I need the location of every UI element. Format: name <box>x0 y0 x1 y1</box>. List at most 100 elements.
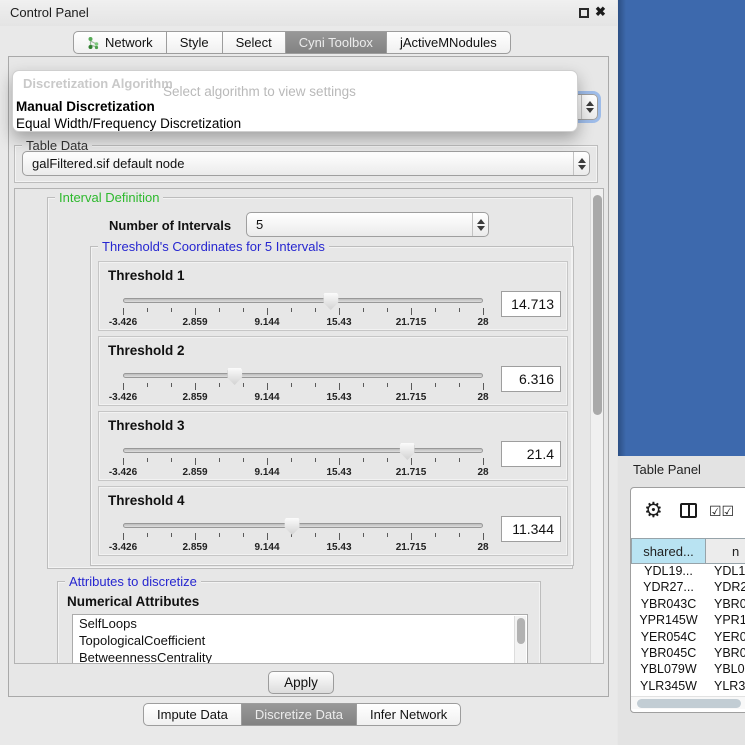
slider-tick-label: 15.43 <box>326 467 351 478</box>
table-row[interactable]: YBR043CYBR0 <box>631 597 745 613</box>
column-header-shared[interactable]: shared... <box>631 538 706 564</box>
bottom-tab-infer-network[interactable]: Infer Network <box>356 703 461 726</box>
table-row[interactable]: YBL079WYBL0 <box>631 662 745 678</box>
vertical-scrollbar-thumb[interactable] <box>593 195 602 415</box>
tab-label: Discretize Data <box>255 707 343 722</box>
slider-tick <box>363 533 364 537</box>
tab-network[interactable]: Network <box>73 31 167 54</box>
threshold-value-field[interactable]: 6.316 <box>501 366 561 392</box>
slider-tick-label: 21.715 <box>396 317 427 328</box>
slider-tick <box>291 383 292 387</box>
slider-tick <box>339 458 340 465</box>
slider-tick-label: 2.859 <box>182 392 207 403</box>
slider-thumb[interactable] <box>323 293 338 310</box>
tab-cyni-toolbox[interactable]: Cyni Toolbox <box>285 31 387 54</box>
cell-shared-name: YDR27... <box>631 580 706 596</box>
interval-definition-group: Interval Definition Number of Intervals … <box>47 197 573 569</box>
algorithm-option[interactable]: Manual Discretization <box>16 99 155 114</box>
table-row[interactable]: YER054CYER0 <box>631 630 745 646</box>
horizontal-scrollbar-thumb[interactable] <box>637 699 741 708</box>
slider-tick <box>243 458 244 462</box>
tab-style[interactable]: Style <box>166 31 223 54</box>
slider-track[interactable] <box>123 448 483 453</box>
cell-shared-name: YDL19... <box>631 564 706 580</box>
slider-tick <box>291 458 292 462</box>
close-icon[interactable]: ✖ <box>595 4 606 20</box>
bottom-tab-impute-data[interactable]: Impute Data <box>143 703 242 726</box>
network-icon <box>87 36 100 50</box>
tab-jactivemnodules[interactable]: jActiveMNodules <box>386 31 511 54</box>
cell-name: YPR1 <box>706 613 745 629</box>
attribute-list-item[interactable]: TopologicalCoefficient <box>73 632 527 649</box>
threshold-value-field[interactable]: 21.4 <box>501 441 561 467</box>
slider-tick <box>363 308 364 312</box>
numerical-attributes-label: Numerical Attributes <box>67 594 199 609</box>
slider-tick-label: 28 <box>477 317 488 328</box>
vertical-scrollbar[interactable] <box>590 189 603 663</box>
column-header-name[interactable]: n <box>706 538 745 564</box>
list-scrollbar-thumb[interactable] <box>517 618 525 644</box>
threshold-label: Threshold 1 <box>108 268 185 283</box>
slider-tick <box>219 308 220 312</box>
slider-tick <box>291 308 292 312</box>
bottom-tab-bar: Impute Data Discretize Data Infer Network <box>143 703 461 726</box>
number-of-intervals-combobox[interactable]: 5 <box>246 212 489 237</box>
threshold-value-field[interactable]: 14.713 <box>501 291 561 317</box>
slider-track[interactable] <box>123 298 483 303</box>
tab-select[interactable]: Select <box>222 31 286 54</box>
slider-tick-label: 15.43 <box>326 317 351 328</box>
cell-name: YDR2 <box>706 580 745 596</box>
stepper-arrows-icon[interactable] <box>573 152 589 175</box>
apply-button[interactable]: Apply <box>268 671 334 694</box>
cell-shared-name: YER054C <box>631 630 706 646</box>
cell-shared-name: YLR345W <box>631 679 706 695</box>
cell-name: YBR0 <box>706 646 745 662</box>
float-icon[interactable] <box>579 8 589 18</box>
cell-name: YBR0 <box>706 597 745 613</box>
numerical-attributes-list[interactable]: SelfLoopsTopologicalCoefficientBetweenne… <box>72 614 528 664</box>
slider-thumb[interactable] <box>285 518 300 535</box>
bottom-tab-discretize-data[interactable]: Discretize Data <box>241 703 357 726</box>
tab-label: Network <box>105 35 153 50</box>
tab-label: Impute Data <box>157 707 228 722</box>
slider-tick-label: 21.715 <box>396 542 427 553</box>
threshold-value-field[interactable]: 11.344 <box>501 516 561 542</box>
tab-label: Style <box>180 35 209 50</box>
slider-thumb[interactable] <box>400 443 415 460</box>
slider-tick <box>411 308 412 315</box>
slider-tick <box>339 383 340 390</box>
stepper-arrows-icon[interactable] <box>581 95 597 119</box>
gear-icon[interactable]: ⚙ <box>644 498 663 523</box>
table-row[interactable]: YPR145WYPR1 <box>631 613 745 629</box>
slider-tick-label: 28 <box>477 542 488 553</box>
checkboxes-icon[interactable]: ☑☑ <box>709 503 734 520</box>
stepper-arrows-icon[interactable] <box>472 213 488 236</box>
table-data-combobox[interactable]: galFiltered.sif default node <box>22 151 590 176</box>
slider-tick <box>459 533 460 537</box>
top-tab-bar: Network Style SelectCyni ToolboxjActiveMNo… <box>73 31 511 54</box>
slider-tick <box>123 383 124 390</box>
network-desktop: GAL80GACGAL11GAL4GCY1HHAP2 <box>618 0 745 456</box>
slider-thumb[interactable] <box>227 368 242 385</box>
slider-tick-label: 28 <box>477 467 488 478</box>
slider-tick <box>147 533 148 537</box>
slider-tick <box>435 458 436 462</box>
cell-name: YBL0 <box>706 662 745 678</box>
slider-track[interactable] <box>123 523 483 528</box>
horizontal-scrollbar[interactable] <box>631 696 745 709</box>
table-row[interactable]: YDL19...YDL1 <box>631 564 745 580</box>
slider-tick <box>243 308 244 312</box>
list-scrollbar[interactable] <box>514 616 526 664</box>
table-row[interactable]: YDR27...YDR2 <box>631 580 745 596</box>
attribute-list-item[interactable]: BetweennessCentrality <box>73 649 527 664</box>
table-row[interactable]: YBR045CYBR0 <box>631 646 745 662</box>
table-data-combobox-value: galFiltered.sif default node <box>23 156 573 171</box>
attribute-list-item[interactable]: SelfLoops <box>73 615 527 632</box>
slider-tick <box>123 308 124 315</box>
thresholds-group: Threshold's Coordinates for 5 Intervals … <box>90 246 574 566</box>
threshold-panel: Threshold 1-3.4262.8599.14415.4321.71528… <box>98 261 568 331</box>
algorithm-option[interactable]: Equal Width/Frequency Discretization <box>16 116 241 131</box>
split-columns-icon[interactable] <box>680 503 697 518</box>
table-row[interactable]: YLR345WYLR3 <box>631 679 745 695</box>
slider-track[interactable] <box>123 373 483 378</box>
